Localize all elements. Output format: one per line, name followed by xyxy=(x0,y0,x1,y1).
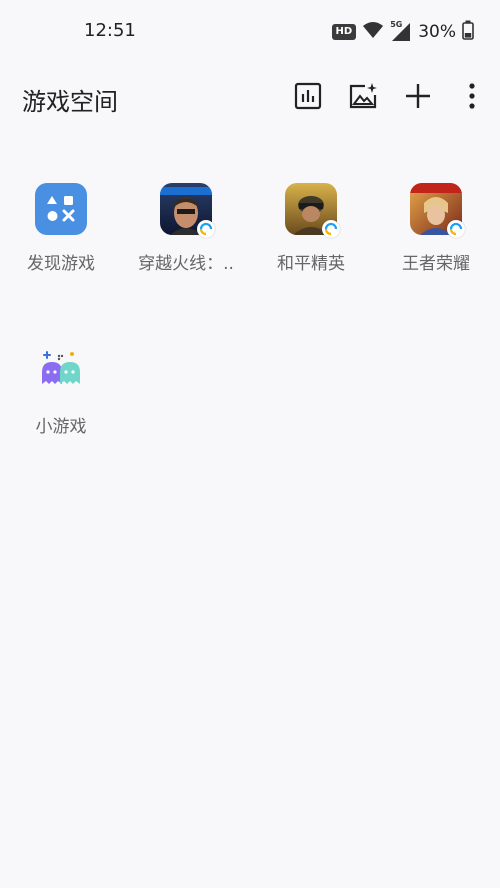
app-icon-wrapper xyxy=(35,183,87,235)
app-item-crossfire[interactable]: 穿越火线：.. xyxy=(126,183,246,274)
gallery-sparkle-icon xyxy=(348,82,378,114)
app-label: 王者荣耀 xyxy=(402,254,470,274)
app-icon-wrapper xyxy=(285,183,340,238)
wifi-icon xyxy=(362,21,384,43)
network-type-label: 5G xyxy=(390,20,403,29)
app-icon-wrapper xyxy=(35,346,87,398)
hd-badge: HD xyxy=(331,24,357,40)
app-icon-wrapper xyxy=(410,183,465,238)
plus-icon xyxy=(405,83,431,113)
statistics-button[interactable] xyxy=(290,80,326,116)
page-title: 游戏空间 xyxy=(22,88,118,116)
app-label: 穿越火线：.. xyxy=(138,254,234,274)
app-label: 小游戏 xyxy=(35,417,87,437)
gallery-button[interactable] xyxy=(345,80,381,116)
app-item-discover-games[interactable]: 发现游戏 xyxy=(1,183,121,274)
status-bar: 12:51 HD 5G 30% xyxy=(0,0,500,62)
discover-games-icon xyxy=(35,183,87,235)
add-game-button[interactable] xyxy=(400,80,436,116)
tencent-badge-icon xyxy=(322,220,340,238)
battery-icon xyxy=(462,20,474,44)
app-label: 发现游戏 xyxy=(27,254,95,274)
status-icons: HD 5G 30% xyxy=(331,20,474,44)
app-item-honor-of-kings[interactable]: 王者荣耀 xyxy=(376,183,496,274)
tencent-badge-icon xyxy=(197,220,215,238)
battery-percentage: 30% xyxy=(418,22,456,42)
app-icon-wrapper xyxy=(160,183,215,238)
more-options-button[interactable] xyxy=(454,80,490,116)
mini-games-icon xyxy=(35,346,87,398)
tencent-badge-icon xyxy=(447,220,465,238)
app-label: 和平精英 xyxy=(277,254,345,274)
header: 游戏空间 xyxy=(0,62,500,134)
app-item-peacekeeper-elite[interactable]: 和平精英 xyxy=(251,183,371,274)
app-item-mini-games[interactable]: 小游戏 xyxy=(1,346,121,437)
status-time: 12:51 xyxy=(84,20,136,41)
cellular-signal-icon: 5G xyxy=(390,20,412,42)
bar-chart-icon xyxy=(294,82,322,114)
more-vertical-icon xyxy=(468,83,476,113)
